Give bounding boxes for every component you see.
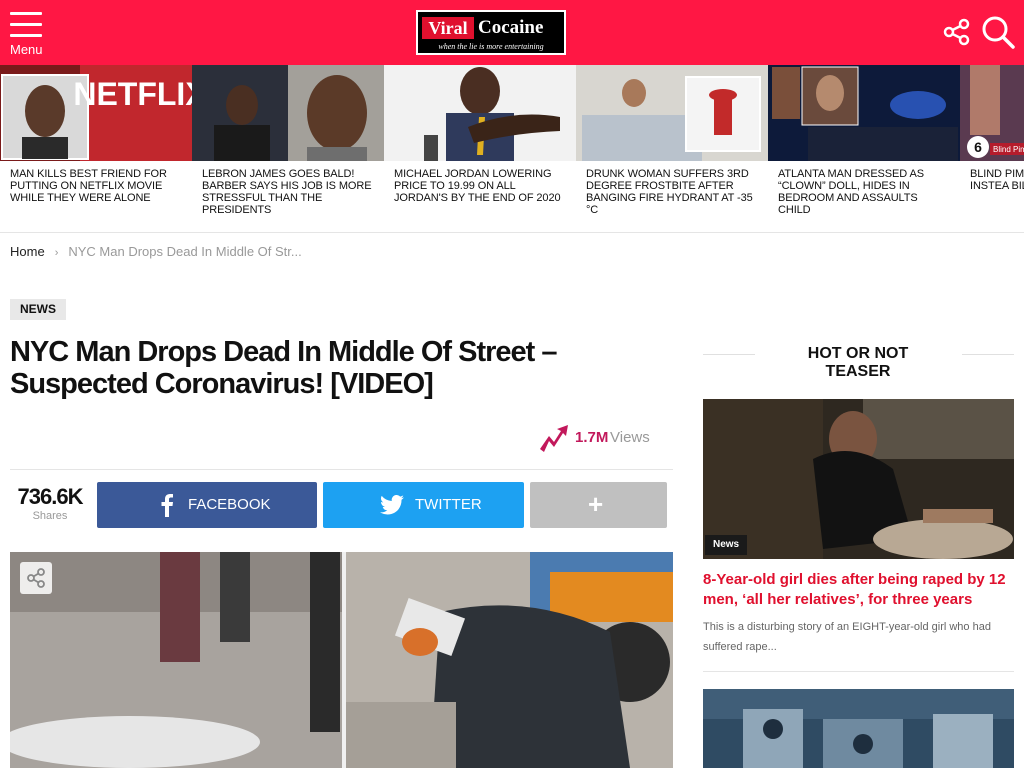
breadcrumb-home[interactable]: Home bbox=[10, 244, 45, 259]
twitter-icon bbox=[380, 495, 404, 515]
breadcrumb-separator: › bbox=[54, 247, 59, 259]
trending-title: MAN KILLS BEST FRIEND FOR PUTTING ON NET… bbox=[10, 168, 167, 204]
twitter-label: TWITTER bbox=[415, 496, 482, 513]
logo-tagline: when the lie is more entertaining bbox=[438, 42, 544, 51]
trending-item[interactable]: 6 Blind Pim BLIND PIMP PROSTITUTE 20'S I… bbox=[960, 65, 1024, 232]
trending-thumbnail: 6 Blind Pim bbox=[960, 65, 1024, 161]
trending-item[interactable]: NETFLIX MAN KILLS BEST FRIEND FOR PUTTIN… bbox=[0, 65, 192, 232]
trending-item[interactable]: MICHAEL JORDAN LOWERING PRICE TO 19.99 O… bbox=[384, 65, 576, 232]
divider bbox=[703, 671, 1014, 672]
page: Menu Viral Cocaine when the lie is more … bbox=[0, 0, 1024, 768]
category-badge[interactable]: NEWS bbox=[10, 299, 66, 320]
logo-cocaine: Cocaine bbox=[478, 17, 544, 38]
trending-strip: NETFLIX MAN KILLS BEST FRIEND FOR PUTTIN… bbox=[0, 65, 1024, 233]
article-hero-image[interactable] bbox=[10, 552, 673, 768]
share-icon bbox=[27, 568, 45, 588]
trending-thumbnail: NETFLIX bbox=[0, 65, 192, 161]
image-share-button[interactable] bbox=[20, 562, 52, 594]
share-count: 736.6K Shares bbox=[10, 484, 90, 523]
share-count-label: Shares bbox=[32, 510, 68, 522]
svg-text:6: 6 bbox=[974, 139, 982, 155]
plus-icon: + bbox=[588, 489, 604, 519]
breadcrumb-current: NYC Man Drops Dead In Middle Of Str... bbox=[68, 244, 302, 259]
trending-item[interactable]: ATLANTA MAN DRESSED AS “CLOWN” DOLL, HID… bbox=[768, 65, 960, 232]
sidebar-post-category[interactable]: News bbox=[705, 535, 748, 555]
article-title: NYC Man Drops Dead In Middle Of Street –… bbox=[10, 336, 558, 400]
trending-title: ATLANTA MAN DRESSED AS “CLOWN” DOLL, HID… bbox=[778, 168, 924, 216]
divider bbox=[10, 469, 673, 470]
menu-label: Menu bbox=[10, 42, 43, 57]
sidebar-post-excerpt: This is a disturbing story of an EIGHT-y… bbox=[703, 621, 991, 653]
facebook-icon bbox=[161, 494, 173, 517]
trending-image-text: NETFLIX bbox=[73, 76, 192, 112]
views-label: Views bbox=[610, 429, 650, 446]
trending-arrow-icon bbox=[540, 425, 568, 452]
share-count-number: 736.6K bbox=[17, 484, 84, 509]
menu-button[interactable]: Menu bbox=[10, 12, 44, 57]
trending-title: BLIND PIMP PROSTITUTE 20'S INSTEA BILLS bbox=[970, 168, 1024, 192]
more-share-button[interactable]: + bbox=[530, 482, 667, 528]
trending-thumbnail bbox=[384, 65, 576, 161]
facebook-share-button[interactable]: FACEBOOK bbox=[97, 482, 317, 528]
sidebar-post-image[interactable] bbox=[703, 689, 1014, 768]
share-icon[interactable] bbox=[942, 17, 972, 47]
trending-thumbnail bbox=[192, 65, 384, 161]
views-count: 1.7M bbox=[575, 429, 609, 446]
facebook-label: FACEBOOK bbox=[188, 496, 271, 513]
sidebar-post-title[interactable]: 8-Year-old girl dies after being raped b… bbox=[703, 570, 1014, 610]
trending-title: DRUNK WOMAN SUFFERS 3RD DEGREE FROSTBITE… bbox=[586, 168, 753, 216]
site-logo[interactable]: Viral Cocaine when the lie is more enter… bbox=[416, 10, 566, 55]
sidebar-post-image[interactable] bbox=[703, 399, 1014, 559]
trending-thumbnail bbox=[768, 65, 960, 161]
hamburger-icon bbox=[10, 12, 42, 38]
logo-viral: Viral bbox=[422, 17, 474, 39]
search-icon[interactable] bbox=[980, 14, 1016, 50]
sidebar-heading: HOT OR NOT TEASER bbox=[703, 343, 1014, 380]
breadcrumb: Home › NYC Man Drops Dead In Middle Of Str… bbox=[10, 244, 302, 259]
twitter-share-button[interactable]: TWITTER bbox=[323, 482, 524, 528]
trending-item[interactable]: DRUNK WOMAN SUFFERS 3RD DEGREE FROSTBITE… bbox=[576, 65, 768, 232]
sidebar-heading-text: HOT OR NOT TEASER bbox=[807, 345, 909, 380]
site-header: Menu Viral Cocaine when the lie is more … bbox=[0, 0, 1024, 65]
trending-thumbnail bbox=[576, 65, 768, 161]
trending-title: MICHAEL JORDAN LOWERING PRICE TO 19.99 O… bbox=[394, 168, 561, 204]
trending-item[interactable]: LEBRON JAMES GOES BALD! BARBER SAYS HIS … bbox=[192, 65, 384, 232]
trending-image-text: Blind Pim bbox=[993, 145, 1024, 154]
trending-title: LEBRON JAMES GOES BALD! BARBER SAYS HIS … bbox=[202, 168, 372, 216]
